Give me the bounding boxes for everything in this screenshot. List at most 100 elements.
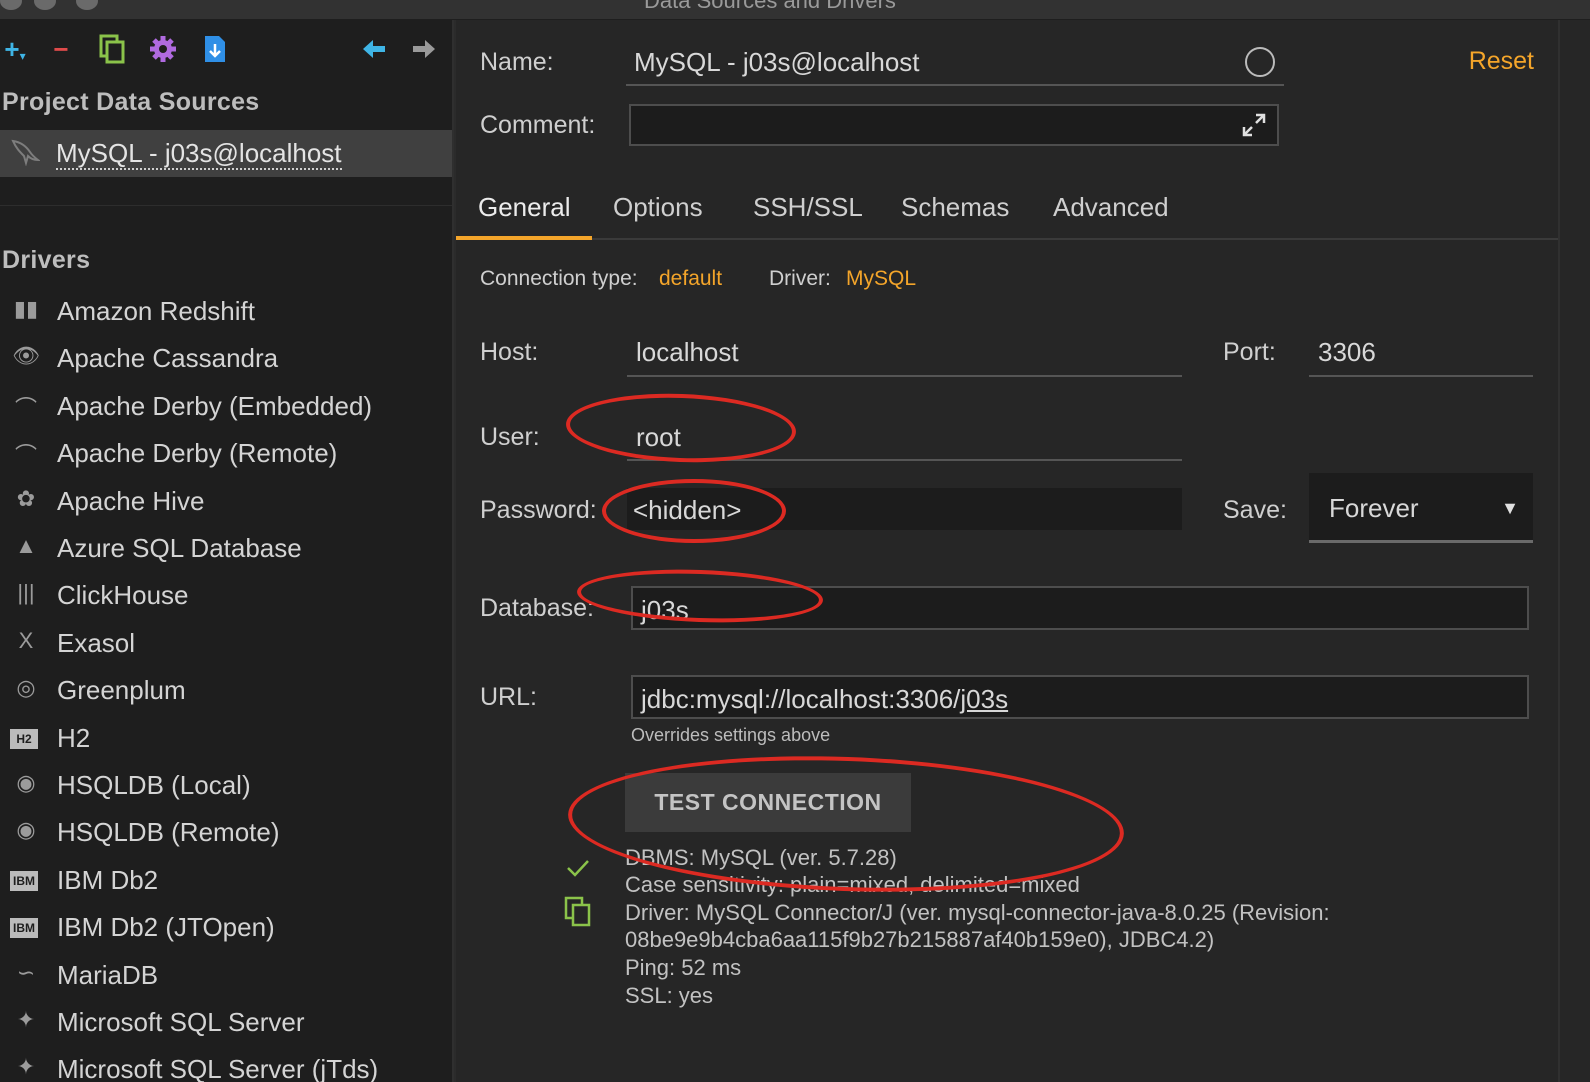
password-label: Password:: [480, 496, 597, 524]
driver-item[interactable]: ▮▮ Amazon Redshift: [0, 290, 452, 334]
save-label: Save:: [1223, 496, 1287, 524]
driver-label: HSQLDB (Local): [57, 770, 251, 800]
window-titlebar: Data Sources and Drivers: [0, 0, 1590, 20]
tab-general[interactable]: General: [478, 192, 571, 223]
driver-icon: IBM: [10, 870, 38, 891]
result-driver-revision: 08be9e9b4cba6aa115f9b27b215887af40b159e0…: [625, 927, 1215, 952]
driver-label: Exasol: [57, 627, 136, 658]
driver-item[interactable]: IBM IBM Db2 (JTOpen): [0, 906, 452, 950]
tab-options[interactable]: Options: [613, 192, 703, 223]
import-icon[interactable]: [202, 34, 228, 64]
result-ping: Ping: 52 ms: [625, 955, 742, 980]
driver-item[interactable]: ◉ HSQLDB (Local): [0, 764, 452, 808]
sidebar-divider: [0, 205, 452, 206]
user-label: User:: [480, 423, 540, 451]
copy-result-icon[interactable]: [564, 896, 592, 933]
driver-item[interactable]: ✦ Microsoft SQL Server (jTds): [0, 1048, 452, 1082]
comment-label: Comment:: [480, 111, 596, 139]
tab-schemas[interactable]: Schemas: [901, 192, 1009, 223]
driver-link[interactable]: MySQL: [846, 267, 916, 291]
driver-item[interactable]: ⌒ Apache Derby (Embedded): [0, 385, 452, 429]
driver-label: ClickHouse: [57, 580, 189, 611]
copy-icon[interactable]: [98, 34, 126, 64]
password-value: <hidden>: [633, 495, 742, 525]
driver-item[interactable]: H2 H2: [0, 717, 452, 761]
remove-icon[interactable]: −: [48, 34, 74, 64]
driver-label: Apache Derby (Embedded): [57, 390, 373, 421]
save-select[interactable]: Forever ▼: [1309, 473, 1533, 543]
host-input[interactable]: localhost: [636, 337, 739, 368]
driver-icon: ◉: [16, 817, 36, 843]
database-value: j03s: [641, 595, 689, 625]
driver-item[interactable]: X Exasol: [0, 622, 452, 666]
driver-label: MariaDB: [57, 959, 159, 990]
database-input[interactable]: j03s: [631, 586, 1529, 630]
driver-item[interactable]: ◎ Greenplum: [0, 669, 452, 713]
driver-icon: ∽: [16, 959, 36, 985]
driver-item[interactable]: ✦ Microsoft SQL Server: [0, 1001, 452, 1045]
tab-ssh-ssl[interactable]: SSH/SSL: [753, 192, 863, 223]
driver-item[interactable]: ✿ Apache Hive: [0, 480, 452, 524]
tab-bar: General Options SSH/SSL Schemas Advanced: [456, 180, 1558, 240]
driver-icon: ✿: [16, 485, 36, 511]
driver-item[interactable]: ∽ MariaDB: [0, 954, 452, 998]
url-label: URL:: [480, 683, 537, 711]
port-input[interactable]: 3306: [1318, 337, 1376, 368]
connection-type-label: Connection type:: [480, 267, 638, 290]
name-input[interactable]: MySQL - j03s@localhost: [634, 47, 920, 78]
driver-icon: ◉: [16, 770, 36, 795]
driver-label: Amazon Redshift: [57, 296, 255, 326]
driver-item[interactable]: ◉ HSQLDB (Remote): [0, 811, 452, 855]
host-input-underline: [627, 375, 1182, 377]
driver-item[interactable]: ▲ Azure SQL Database: [0, 527, 452, 571]
host-label: Host:: [480, 338, 539, 366]
driver-icon: ▮▮: [13, 296, 39, 321]
save-select-value: Forever: [1329, 493, 1419, 523]
comment-input[interactable]: [629, 104, 1279, 146]
driver-icon: |||: [17, 580, 35, 606]
driver-item[interactable]: ⌒ Apache Derby (Remote): [0, 432, 452, 476]
tab-advanced[interactable]: Advanced: [1053, 192, 1169, 223]
result-case-sensitivity: Case sensitivity: plain=mixed, delimited…: [625, 872, 1080, 897]
url-hint: Overrides settings above: [631, 725, 831, 745]
back-arrow-icon[interactable]: [360, 34, 388, 64]
project-data-sources-title: Project Data Sources: [2, 88, 260, 116]
driver-item[interactable]: 👁 Apache Cassandra: [0, 337, 452, 381]
driver-item[interactable]: IBM IBM Db2: [0, 859, 452, 903]
dolphin-icon: [10, 138, 42, 173]
expand-icon[interactable]: [1241, 112, 1267, 143]
url-value: jdbc:mysql://localhost:3306/j03s: [641, 684, 1009, 714]
driver-item[interactable]: ||| ClickHouse: [0, 574, 452, 618]
sidebar: + ▾ − Project Data Sources MySQL - j03s@l…: [0, 20, 454, 1082]
port-input-underline: [1309, 375, 1533, 377]
add-icon[interactable]: + ▾: [0, 34, 30, 64]
result-dbms: DBMS: MySQL (ver. 5.7.28): [625, 845, 897, 870]
reset-button[interactable]: Reset: [1469, 47, 1534, 76]
window-title: Data Sources and Drivers: [644, 0, 896, 13]
connection-type-link[interactable]: default: [659, 267, 722, 291]
user-input-underline: [627, 459, 1182, 461]
password-input[interactable]: <hidden>: [627, 488, 1182, 530]
driver-icon: ▲: [15, 533, 37, 558]
user-input[interactable]: root: [636, 422, 681, 453]
url-input[interactable]: jdbc:mysql://localhost:3306/j03s: [631, 675, 1529, 719]
driver-label: Apache Cassandra: [57, 343, 279, 374]
result-ssl: SSL: yes: [625, 983, 714, 1008]
forward-arrow-icon[interactable]: [410, 34, 438, 64]
port-label: Port:: [1223, 338, 1276, 366]
checkmark-icon: [566, 858, 590, 883]
test-connection-button[interactable]: TEST CONNECTION: [625, 773, 911, 832]
driver-icon: ✦: [16, 1054, 36, 1080]
driver-icon: X: [18, 627, 34, 653]
gear-icon[interactable]: [148, 34, 178, 64]
color-circle-button[interactable]: [1245, 47, 1275, 77]
right-edge-panel: [1558, 20, 1590, 1082]
name-label: Name:: [480, 48, 554, 76]
driver-icon: ◎: [16, 675, 36, 701]
connection-form: Name: MySQL - j03s@localhost Reset Comme…: [456, 20, 1558, 1082]
driver-label: IBM Db2: [57, 864, 159, 895]
chevron-down-icon: ▼: [1501, 498, 1519, 518]
driver-label: Azure SQL Database: [57, 533, 302, 563]
data-source-item[interactable]: MySQL - j03s@localhost: [0, 130, 452, 177]
database-label: Database:: [480, 594, 594, 622]
